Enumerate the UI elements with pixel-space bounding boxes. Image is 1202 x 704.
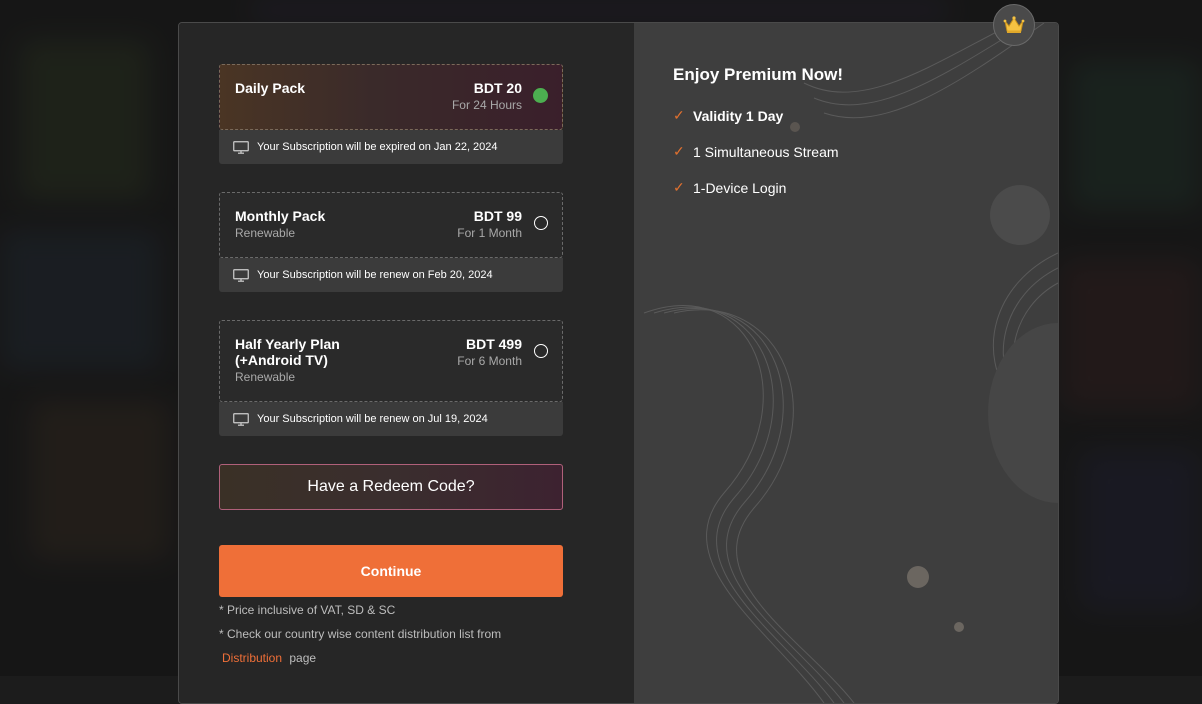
plan-period: For 1 Month — [457, 226, 522, 240]
premium-title: Enjoy Premium Now! — [673, 65, 844, 84]
plan-name-line1: Half Yearly Plan — [235, 336, 340, 352]
tv-icon — [233, 412, 249, 426]
plan-period: For 24 Hours — [451, 98, 522, 112]
plan-price: BDT 499 — [465, 336, 522, 352]
plan-name: Monthly Pack — [235, 208, 326, 224]
plan-radio-selected[interactable] — [533, 88, 548, 103]
decorative-waves — [643, 23, 1058, 703]
feature-item: ✓ 1-Device Login — [673, 179, 786, 196]
plan-subtitle: Renewable — [235, 226, 296, 240]
crown-icon — [993, 4, 1035, 46]
plans-panel: Daily Pack BDT 20 For 24 Hours Your Subs… — [179, 23, 634, 703]
check-icon: ✓ — [673, 179, 685, 195]
plan-note: Your Subscription will be renew on Feb 2… — [219, 258, 563, 292]
plan-note-text: Your Subscription will be expired on Jan… — [257, 141, 498, 153]
plan-card-daily[interactable]: Daily Pack BDT 20 For 24 Hours Your Subs… — [219, 64, 563, 164]
continue-button[interactable]: Continue — [219, 545, 563, 597]
plan-note-text: Your Subscription will be renew on Feb 2… — [257, 269, 493, 281]
plan-option[interactable]: Daily Pack BDT 20 For 24 Hours — [219, 64, 563, 130]
feature-text: 1 Simultaneous Stream — [693, 143, 839, 160]
plan-radio[interactable] — [534, 216, 548, 230]
feature-text: Validity 1 Day — [693, 107, 784, 124]
plan-note: Your Subscription will be renew on Jul 1… — [219, 402, 563, 436]
plan-price: BDT 20 — [473, 80, 522, 96]
distribution-suffix: page — [289, 651, 317, 665]
plan-name-line2: (+Android TV) — [235, 352, 328, 368]
plan-note: Your Subscription will be expired on Jan… — [219, 130, 563, 164]
redeem-code-button[interactable]: Have a Redeem Code? — [219, 464, 563, 510]
check-icon: ✓ — [673, 143, 685, 159]
distribution-line: Distribution page — [222, 651, 316, 665]
plan-name: Daily Pack — [235, 80, 306, 96]
plan-option[interactable]: Monthly Pack Renewable BDT 99 For 1 Mont… — [219, 192, 563, 258]
plan-period: For 6 Month — [457, 354, 522, 368]
plan-subtitle: Renewable — [235, 370, 296, 384]
plan-option[interactable]: Half Yearly Plan (+Android TV) Renewable… — [219, 320, 563, 402]
check-icon: ✓ — [673, 107, 685, 123]
plan-note-text: Your Subscription will be renew on Jul 1… — [257, 413, 488, 425]
distribution-footnote: * Check our country wise content distrib… — [219, 627, 502, 641]
plan-card-monthly[interactable]: Monthly Pack Renewable BDT 99 For 1 Mont… — [219, 192, 563, 292]
plan-price: BDT 99 — [473, 208, 522, 224]
plan-radio[interactable] — [534, 344, 548, 358]
plan-name: Half Yearly Plan (+Android TV) — [235, 336, 340, 368]
feature-text: 1-Device Login — [693, 179, 787, 196]
tv-icon — [233, 140, 249, 154]
plan-card-half-yearly[interactable]: Half Yearly Plan (+Android TV) Renewable… — [219, 320, 563, 436]
distribution-link[interactable]: Distribution — [222, 651, 282, 665]
tv-icon — [233, 268, 249, 282]
subscription-modal: Daily Pack BDT 20 For 24 Hours Your Subs… — [178, 22, 1059, 704]
premium-panel: Enjoy Premium Now! ✓ Validity 1 Day ✓ 1 … — [634, 23, 1058, 703]
feature-item: ✓ 1 Simultaneous Stream — [673, 143, 839, 160]
feature-item: ✓ Validity 1 Day — [673, 107, 783, 124]
vat-footnote: * Price inclusive of VAT, SD & SC — [219, 603, 396, 617]
